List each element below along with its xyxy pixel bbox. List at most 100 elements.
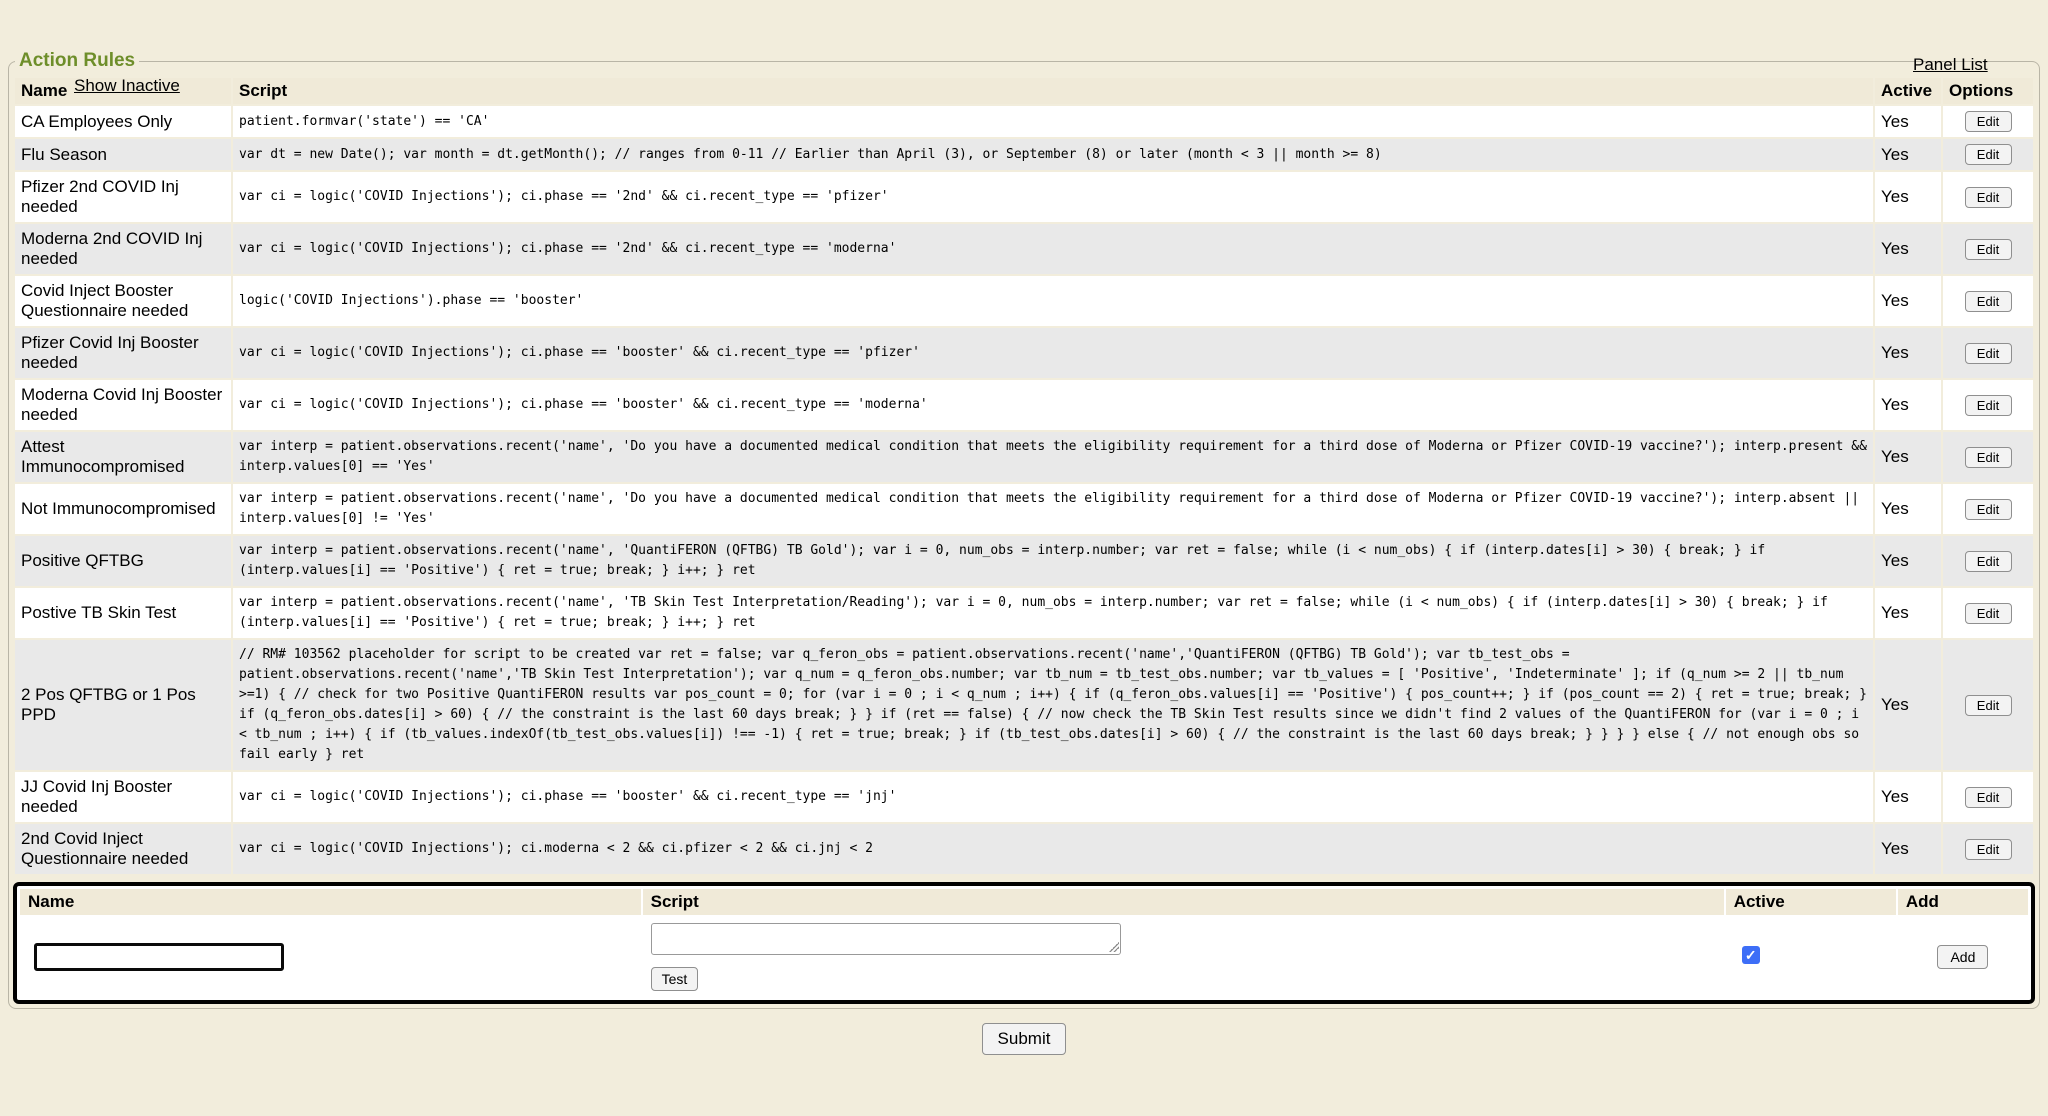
rule-name: Moderna 2nd COVID Inj needed [15,224,231,274]
name-input[interactable] [34,943,284,971]
rule-script: var interp = patient.observations.recent… [233,536,1873,586]
test-button[interactable]: Test [651,967,699,991]
show-inactive-link[interactable]: Show Inactive [74,76,180,96]
rule-name: Not Immunocompromised [15,484,231,534]
edit-button[interactable]: Edit [1965,187,2012,208]
action-rules-legend: Action Rules [15,50,139,72]
submit-button[interactable]: Submit [982,1023,1067,1055]
rule-options: Edit [1943,536,2033,586]
rule-script: var ci = logic('COVID Injections'); ci.p… [233,224,1873,274]
rule-active: Yes [1875,640,1941,770]
rule-active: Yes [1875,484,1941,534]
page: Show Inactive Panel List Action Rules Na… [0,50,2048,1116]
rule-options: Edit [1943,772,2033,822]
rule-script: var ci = logic('COVID Injections'); ci.p… [233,328,1873,378]
edit-button[interactable]: Edit [1965,839,2012,860]
table-row: 2 Pos QFTBG or 1 Pos PPD // RM# 103562 p… [15,640,2033,770]
active-checkbox[interactable]: ✓ [1742,946,1760,964]
rule-script: var interp = patient.observations.recent… [233,432,1873,482]
panel-list-link[interactable]: Panel List [1913,55,1988,75]
rule-name: Pfizer 2nd COVID Inj needed [15,172,231,222]
table-row: Covid Inject Booster Questionnaire neede… [15,276,2033,326]
table-row: CA Employees Only patient.formvar('state… [15,106,2033,137]
table-row: Positive QFTBG var interp = patient.obse… [15,536,2033,586]
edit-button[interactable]: Edit [1965,787,2012,808]
textarea-resize-handle[interactable] [1109,942,1119,952]
rule-name: Positive QFTBG [15,536,231,586]
form-header-name: Name [20,889,641,915]
form-header-active: Active [1726,889,1896,915]
rule-active: Yes [1875,536,1941,586]
edit-button[interactable]: Edit [1965,395,2012,416]
rule-name: Attest Immunocompromised [15,432,231,482]
rule-options: Edit [1943,640,2033,770]
table-row: JJ Covid Inj Booster needed var ci = log… [15,772,2033,822]
rule-name: Flu Season [15,139,231,170]
rule-script: var interp = patient.observations.recent… [233,588,1873,638]
edit-button[interactable]: Edit [1965,499,2012,520]
submit-row: Submit [0,1023,2048,1055]
rule-active: Yes [1875,824,1941,874]
rule-options: Edit [1943,484,2033,534]
rule-name: Covid Inject Booster Questionnaire neede… [15,276,231,326]
table-row: Moderna Covid Inj Booster needed var ci … [15,380,2033,430]
rule-name: CA Employees Only [15,106,231,137]
rule-active: Yes [1875,106,1941,137]
edit-button[interactable]: Edit [1965,551,2012,572]
rule-script: var ci = logic('COVID Injections'); ci.p… [233,380,1873,430]
column-header-active: Active [1875,78,1941,104]
rule-options: Edit [1943,276,2033,326]
column-header-script: Script [233,78,1873,104]
table-header-row: Name Script Active Options [15,78,2033,104]
rule-active: Yes [1875,172,1941,222]
rule-options: Edit [1943,106,2033,137]
rule-name: Moderna Covid Inj Booster needed [15,380,231,430]
rule-script: var interp = patient.observations.recent… [233,484,1873,534]
rule-script: var ci = logic('COVID Injections'); ci.p… [233,172,1873,222]
form-header-row: Name Script Active Add [20,889,2028,915]
rule-options: Edit [1943,328,2033,378]
action-rules-fieldset: Action Rules Name Script Active Options … [8,50,2040,1009]
edit-button[interactable]: Edit [1965,111,2012,132]
table-row: Flu Season var dt = new Date(); var mont… [15,139,2033,170]
rule-active: Yes [1875,380,1941,430]
script-textarea[interactable] [651,923,1121,955]
edit-button[interactable]: Edit [1965,144,2012,165]
form-header-add: Add [1898,889,2028,915]
edit-button[interactable]: Edit [1965,343,2012,364]
add-rule-form-table: Name Script Active Add [18,887,2030,999]
checkmark-icon: ✓ [1742,946,1760,964]
table-row: Pfizer 2nd COVID Inj needed var ci = log… [15,172,2033,222]
rules-table: Name Script Active Options CA Employees … [13,76,2035,876]
edit-button[interactable]: Edit [1965,291,2012,312]
rule-script: // RM# 103562 placeholder for script to … [233,640,1873,770]
edit-button[interactable]: Edit [1965,695,2012,716]
rule-active: Yes [1875,588,1941,638]
rule-name: 2nd Covid Inject Questionnaire needed [15,824,231,874]
edit-button[interactable]: Edit [1965,603,2012,624]
rule-options: Edit [1943,432,2033,482]
rule-options: Edit [1943,139,2033,170]
rule-active: Yes [1875,328,1941,378]
table-row: Moderna 2nd COVID Inj needed var ci = lo… [15,224,2033,274]
rule-options: Edit [1943,824,2033,874]
rule-name: JJ Covid Inj Booster needed [15,772,231,822]
add-button[interactable]: Add [1937,945,1988,969]
rule-active: Yes [1875,224,1941,274]
rule-script: var dt = new Date(); var month = dt.getM… [233,139,1873,170]
edit-button[interactable]: Edit [1965,239,2012,260]
rule-script: var ci = logic('COVID Injections'); ci.p… [233,772,1873,822]
rule-active: Yes [1875,276,1941,326]
rule-active: Yes [1875,772,1941,822]
rules-tbody: CA Employees Only patient.formvar('state… [15,106,2033,874]
rule-options: Edit [1943,380,2033,430]
edit-button[interactable]: Edit [1965,447,2012,468]
rule-script: logic('COVID Injections').phase == 'boos… [233,276,1873,326]
rule-options: Edit [1943,172,2033,222]
form-input-row: Test ✓ Add [20,917,2028,997]
form-header-script: Script [643,889,1724,915]
rule-options: Edit [1943,224,2033,274]
rule-script: patient.formvar('state') == 'CA' [233,106,1873,137]
rule-name: 2 Pos QFTBG or 1 Pos PPD [15,640,231,770]
column-header-options: Options [1943,78,2033,104]
